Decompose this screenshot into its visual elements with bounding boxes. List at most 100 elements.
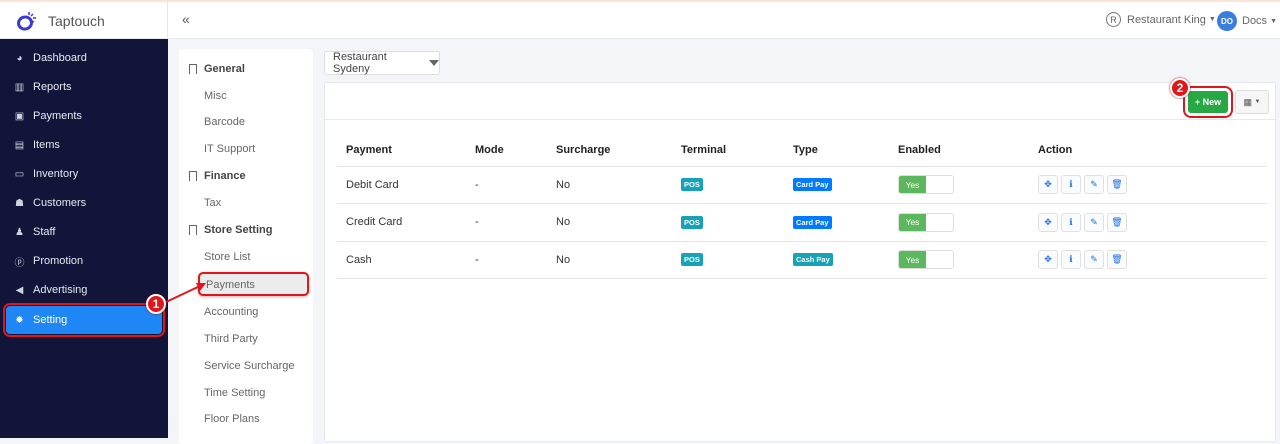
user-menu[interactable]: DO Docs ▼ (1217, 11, 1277, 31)
submenu-item-time-setting[interactable]: Time Setting (204, 387, 265, 399)
sidebar: ◕ Dashboard ▥ Reports ▣ Payments ▤ Items ▭ In… (0, 39, 168, 438)
sidebar-item-label: Customers (33, 197, 87, 209)
sidebar-item-payments[interactable]: ▣ Payments (6, 102, 162, 130)
payment-name: Cash (337, 241, 466, 279)
payment-name: Credit Card (337, 203, 466, 242)
info-icon[interactable]: ℹ (1061, 212, 1081, 232)
sidebar-item-label: Dashboard (33, 52, 87, 64)
store-select[interactable]: Restaurant Sydeny (324, 51, 440, 75)
caret-down-icon: ▼ (1208, 16, 1216, 23)
submenu-item-payments[interactable]: Payments (198, 272, 309, 296)
toggle-on-label: Yes (899, 213, 926, 231)
column-header[interactable]: Type (784, 135, 889, 167)
money-icon: ▣ (14, 110, 25, 122)
enabled-toggle[interactable]: Yes (898, 212, 954, 232)
enabled-cell: Yes (889, 203, 1029, 242)
sidebar-item-label: Setting (33, 314, 68, 326)
sidebar-item-reports[interactable]: ▥ Reports (6, 73, 162, 101)
column-header[interactable]: Terminal (672, 135, 784, 167)
app-name: Taptouch (48, 12, 105, 29)
payment-mode: - (466, 166, 547, 204)
table-row: Debit Card - No POS Card Pay Yes ✥ ℹ ✎ 🗑 (337, 166, 1267, 204)
restaurant-icon: R (1106, 12, 1121, 27)
move-icon[interactable]: ✥ (1038, 212, 1058, 232)
submenu-item-it-support[interactable]: IT Support (204, 143, 255, 155)
payment-surcharge: No (547, 241, 672, 279)
caret-down-icon (429, 60, 439, 66)
enabled-cell: Yes (889, 166, 1029, 204)
submenu-item-tax[interactable]: Tax (204, 197, 221, 209)
type-cell: Cash Pay (784, 241, 889, 279)
trash-icon[interactable]: 🗑 (1107, 250, 1127, 270)
toggle-on-label: Yes (899, 176, 926, 194)
annotation-arrow (165, 283, 206, 303)
info-icon[interactable]: ℹ (1061, 250, 1081, 270)
sidebar-item-setting[interactable]: ✹ Setting (3, 303, 165, 337)
submenu-item-third-party[interactable]: Third Party (204, 333, 258, 345)
sidebar-item-items[interactable]: ▤ Items (6, 131, 162, 159)
sidebar-item-advertising[interactable]: ◀ Advertising (6, 276, 162, 304)
brand[interactable]: Taptouch (0, 2, 168, 39)
user-name: Docs (1242, 15, 1268, 27)
collapse-sidebar-icon[interactable]: « (182, 11, 190, 27)
sidebar-item-inventory[interactable]: ▭ Inventory (6, 160, 162, 188)
edit-icon[interactable]: ✎ (1084, 212, 1104, 232)
trash-icon[interactable]: 🗑 (1107, 175, 1127, 195)
submenu-item-store-list[interactable]: Store List (204, 251, 250, 263)
new-button[interactable]: + New (1183, 86, 1233, 118)
action-cell: ✥ ℹ ✎ 🗑 (1029, 166, 1267, 204)
submenu-item-floor-plans[interactable]: Floor Plans (204, 413, 260, 425)
submenu-item-barcode[interactable]: Barcode (204, 116, 245, 128)
promotion-icon: ⓟ (14, 257, 25, 269)
user-tie-icon: ♟ (15, 226, 24, 238)
sidebar-item-staff[interactable]: ♟ Staff (6, 218, 162, 246)
columns-toggle-button[interactable]: ▦ ▼ (1235, 90, 1269, 114)
payment-mode: - (466, 203, 547, 242)
column-header: Action (1029, 135, 1267, 167)
top-bar: Taptouch « R Restaurant King ▼ DO Docs ▼ (0, 2, 1280, 39)
bookmark-icon (189, 64, 197, 74)
bookmark-icon (189, 171, 197, 181)
payment-name: Debit Card (337, 166, 466, 204)
enabled-toggle[interactable]: Yes (898, 175, 954, 195)
terminal-cell: POS (672, 166, 784, 204)
sidebar-item-promotion[interactable]: ⓟ Promotion (6, 247, 162, 275)
column-header[interactable]: Surcharge (547, 135, 672, 167)
annotation-marker-1: 1 (146, 294, 166, 314)
terminal-cell: POS (672, 241, 784, 279)
move-icon[interactable]: ✥ (1038, 175, 1058, 195)
bookmark-icon (189, 225, 197, 235)
tachometer-icon: ◕ (16, 52, 23, 64)
trash-icon[interactable]: 🗑 (1107, 212, 1127, 232)
bar-chart-icon: ▥ (14, 81, 25, 93)
type-cell: Card Pay (784, 203, 889, 242)
column-header[interactable]: Payment (337, 135, 466, 167)
enabled-toggle[interactable]: Yes (898, 250, 954, 270)
column-header[interactable]: Mode (466, 135, 547, 167)
type-badge: Cash Pay (793, 253, 833, 267)
payment-mode: - (466, 241, 547, 279)
restaurant-dropdown[interactable]: R Restaurant King ▼ (1106, 12, 1216, 27)
edit-icon[interactable]: ✎ (1084, 175, 1104, 195)
submenu-item-service-surcharge[interactable]: Service Surcharge (204, 360, 295, 372)
submenu-item-accounting[interactable]: Accounting (204, 306, 258, 318)
column-header[interactable]: Enabled (889, 135, 1029, 167)
restaurant-name: Restaurant King (1127, 13, 1206, 26)
caret-down-icon: ▼ (1254, 99, 1261, 105)
type-badge: Card Pay (793, 178, 832, 192)
info-icon[interactable]: ℹ (1061, 175, 1081, 195)
terminal-cell: POS (672, 203, 784, 242)
edit-icon[interactable]: ✎ (1084, 250, 1104, 270)
type-cell: Card Pay (784, 166, 889, 204)
submenu-item-misc[interactable]: Misc (204, 90, 227, 102)
action-cell: ✥ ℹ ✎ 🗑 (1029, 203, 1267, 242)
enabled-cell: Yes (889, 241, 1029, 279)
table-row: Credit Card - No POS Card Pay Yes ✥ ℹ ✎ 🗑 (337, 203, 1267, 242)
table-row: Cash - No POS Cash Pay Yes ✥ ℹ ✎ 🗑 (337, 241, 1267, 279)
section-store-setting: Store Setting (189, 224, 272, 236)
move-icon[interactable]: ✥ (1038, 250, 1058, 270)
sidebar-item-customers[interactable]: ☗ Customers (6, 189, 162, 217)
users-icon: ☗ (15, 197, 24, 209)
sidebar-item-dashboard[interactable]: ◕ Dashboard (6, 44, 162, 72)
action-cell: ✥ ℹ ✎ 🗑 (1029, 241, 1267, 279)
